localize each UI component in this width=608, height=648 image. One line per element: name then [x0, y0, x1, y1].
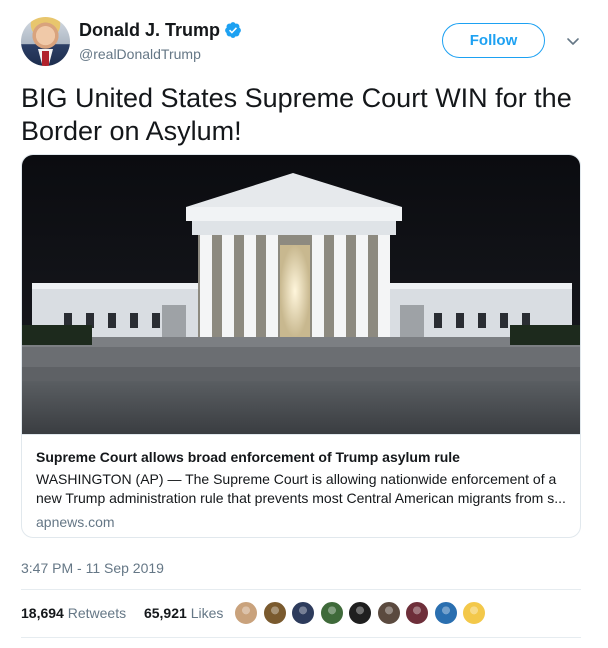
- link-card-body[interactable]: Supreme Court allows broad enforcement o…: [22, 434, 580, 537]
- supreme-court-photo[interactable]: [22, 155, 580, 434]
- liker-avatar[interactable]: [432, 600, 459, 626]
- liker-avatar[interactable]: [261, 600, 288, 626]
- divider-top: [21, 589, 581, 590]
- retweets-count: 18,694: [21, 605, 64, 621]
- link-card-title[interactable]: Supreme Court allows broad enforcement o…: [36, 449, 566, 465]
- follow-button[interactable]: Follow: [442, 23, 545, 58]
- link-card-description: WASHINGTON (AP) — The Supreme Court is a…: [36, 471, 566, 506]
- tweet-timestamp[interactable]: 3:47 PM - 11 Sep 2019: [21, 560, 164, 576]
- avatar[interactable]: [21, 17, 70, 66]
- display-name-text[interactable]: Donald J. Trump: [79, 20, 220, 40]
- display-name[interactable]: Donald J. Trump: [79, 20, 242, 41]
- link-card[interactable]: Supreme Court allows broad enforcement o…: [21, 154, 581, 538]
- tweet-header: Donald J. Trump @realDonaldTrump Follow: [21, 17, 591, 69]
- verified-badge-icon: [225, 22, 241, 38]
- divider-bottom: [21, 637, 581, 638]
- liker-avatar[interactable]: [375, 600, 402, 626]
- likes-label: Likes: [190, 605, 224, 621]
- chevron-down-icon[interactable]: [565, 33, 581, 49]
- liker-avatar[interactable]: [290, 600, 316, 626]
- tweet-text: BIG United States Supreme Court WIN for …: [21, 83, 572, 146]
- liker-avatar[interactable]: [404, 600, 430, 626]
- likes-count: 65,921: [143, 605, 187, 621]
- retweets-label: Retweets: [67, 605, 127, 621]
- liker-avatar[interactable]: [461, 600, 487, 626]
- tweet-stats: 18,694 Retweets 65,921 Likes: [21, 605, 237, 621]
- link-card-domain: apnews.com: [36, 514, 115, 530]
- retweets-stat[interactable]: 18,694 Retweets: [21, 605, 126, 621]
- avatar-tie: [42, 51, 49, 66]
- user-handle[interactable]: @realDonaldTrump: [79, 46, 201, 62]
- liker-avatar[interactable]: [233, 600, 259, 626]
- liker-avatar[interactable]: [347, 600, 373, 626]
- liker-avatar[interactable]: [318, 600, 345, 626]
- likes-stat[interactable]: 65,921 Likes: [144, 605, 223, 621]
